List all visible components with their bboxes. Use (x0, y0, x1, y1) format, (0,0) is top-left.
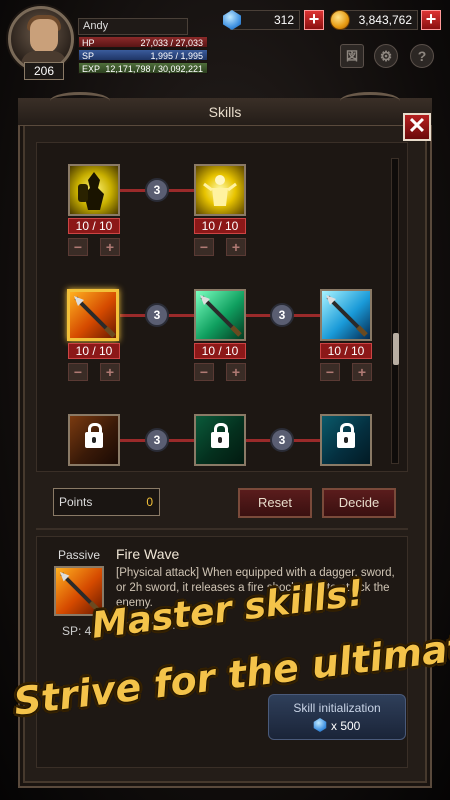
skill-increase-button[interactable]: + (100, 363, 120, 381)
skill-increase-button[interactable]: + (226, 238, 246, 256)
hp-label: HP (82, 38, 95, 48)
skill-link-badge: 3 (145, 178, 169, 202)
buy-gems-button[interactable]: + (304, 10, 324, 30)
skill-icon-radiant-body[interactable] (194, 164, 246, 216)
skill-decrease-button[interactable]: − (194, 238, 214, 256)
reset-button[interactable]: Reset (238, 488, 312, 518)
gold-count: 3,843,762 (340, 10, 418, 30)
exp-value: 12,171,798 / 30,092,221 (105, 64, 203, 74)
sp-label: SP (82, 51, 95, 61)
decide-button[interactable]: Decide (322, 488, 396, 518)
map-icon[interactable]: 図 (340, 44, 364, 68)
sp-bar: SP 1,995 / 1,995 (78, 49, 208, 61)
points-label: Points (59, 495, 93, 509)
skill-increase-button[interactable]: + (100, 238, 120, 256)
skill-name: Fire Wave (116, 546, 180, 562)
hp-value: 27,033 / 27,033 (140, 38, 203, 48)
init-cost: x 500 (331, 719, 361, 733)
close-button[interactable]: ✕ (403, 113, 431, 141)
skill-link-badge: 3 (270, 303, 294, 327)
glowing-figure-icon (203, 175, 237, 206)
help-icon[interactable]: ? (410, 44, 434, 68)
ornament-right (340, 92, 400, 110)
skill-level-counter: 10 / 10 (194, 343, 246, 359)
skill-type-label: Passive (58, 548, 101, 562)
skill-link-badge: 3 (145, 303, 169, 327)
skill-level-counter: 10 / 10 (194, 218, 246, 234)
scrollbar-thumb[interactable] (393, 333, 399, 365)
skill-decrease-button[interactable]: − (68, 238, 88, 256)
locked-skill-wind[interactable] (194, 414, 246, 466)
warrior-silhouette-icon (78, 172, 104, 210)
skill-link-badge: 3 (270, 428, 294, 452)
skill-level-counter: 10 / 10 (68, 343, 120, 359)
skill-icon-wind-spear[interactable] (194, 289, 246, 341)
fire-spear-icon (74, 296, 116, 338)
gem-icon (313, 718, 327, 732)
avatar-head (30, 19, 58, 53)
section-divider (36, 528, 408, 530)
points-display: Points 0 (53, 488, 160, 516)
points-value: 0 (146, 495, 153, 509)
player-name: Andy (78, 18, 188, 35)
lock-icon (337, 423, 355, 448)
skill-icon-fire-wave[interactable] (67, 289, 119, 341)
skill-link-badge: 3 (145, 428, 169, 452)
skill-decrease-button[interactable]: − (320, 363, 340, 381)
locked-skill-fire[interactable] (68, 414, 120, 466)
green-spear-icon (200, 295, 242, 337)
buy-gold-button[interactable]: + (421, 10, 441, 30)
blue-spear-icon (326, 295, 368, 337)
exp-bar: EXP 12,171,798 / 30,092,221 (78, 62, 208, 74)
player-level: 206 (24, 62, 64, 80)
skill-decrease-button[interactable]: − (68, 363, 88, 381)
ornament-left (50, 92, 110, 110)
gold-coin-icon (330, 10, 350, 30)
init-label: Skill initialization (293, 701, 381, 715)
skill-icon-shield-warrior[interactable] (68, 164, 120, 216)
skill-level-counter: 10 / 10 (320, 343, 372, 359)
scrollbar-track[interactable] (391, 158, 399, 464)
skill-initialization-button[interactable]: Skill initialization x 500 (268, 694, 406, 740)
lock-icon (211, 423, 229, 448)
sp-value: 1,995 / 1,995 (150, 51, 203, 61)
skill-increase-button[interactable]: + (226, 363, 246, 381)
hp-bar: HP 27,033 / 27,033 (78, 36, 208, 48)
settings-gear-icon[interactable]: ⚙ (374, 44, 398, 68)
lock-icon (85, 423, 103, 448)
skill-icon-ice-spear[interactable] (320, 289, 372, 341)
exp-label: EXP (82, 64, 101, 74)
locked-skill-ice[interactable] (320, 414, 372, 466)
skill-increase-button[interactable]: + (352, 363, 372, 381)
skill-decrease-button[interactable]: − (194, 363, 214, 381)
skill-level-counter: 10 / 10 (68, 218, 120, 234)
